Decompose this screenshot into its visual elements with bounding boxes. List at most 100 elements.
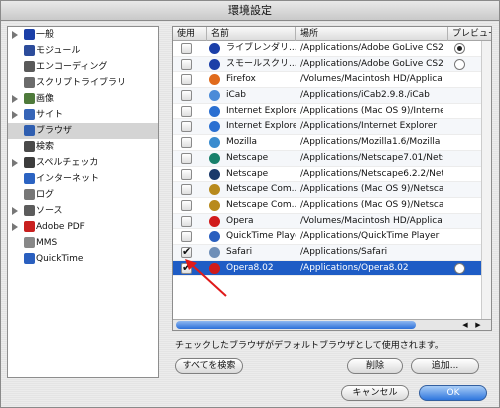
table-row[interactable]: Internet Explorer/Applications (Mac OS 9… [173, 104, 491, 120]
table-row[interactable]: Mozilla/Applications/Mozilla1.6/Mozilla [173, 135, 491, 151]
mozilla-icon [209, 137, 220, 149]
browser-path: /Applications/Opera8.02 [300, 262, 409, 273]
sidebar-item-label: Adobe PDF [36, 222, 85, 232]
disclosure-triangle-icon[interactable] [12, 95, 18, 103]
module-icon [24, 45, 35, 56]
disclosure-triangle-icon[interactable] [12, 207, 18, 215]
preview-engine-radio[interactable] [454, 58, 465, 70]
browser-name: QuickTime Player [226, 231, 296, 242]
column-preview-header[interactable]: プレビューエン [448, 27, 491, 41]
table-row[interactable]: QuickTime Player/Applications/QuickTime … [173, 229, 491, 245]
delete-button[interactable]: 削除 [347, 358, 403, 374]
sidebar-item-label: サイト [36, 110, 64, 120]
scroll-left-icon[interactable]: ◀ [459, 320, 471, 330]
sidebar-item[interactable]: ブラウザ [8, 123, 158, 139]
horizontal-scrollbar[interactable]: ◀ ▶ [173, 319, 491, 330]
spellcheck-icon [24, 157, 35, 168]
sidebar-item-label: MMS [36, 238, 58, 248]
sidebar-item[interactable]: サイト [8, 107, 158, 123]
disclosure-triangle-icon[interactable] [12, 159, 18, 167]
disclosure-triangle-icon[interactable] [12, 223, 18, 231]
browser-name: Netscape Com... [226, 199, 296, 210]
table-row[interactable]: スモールスクリ... /Applications/Adobe GoLive CS2… [173, 56, 491, 73]
vertical-scrollbar[interactable] [481, 41, 491, 319]
sidebar-item[interactable]: Adobe PDF [8, 219, 158, 235]
search-all-button[interactable]: すべてを検索 [175, 358, 243, 374]
horizontal-scroll-thumb[interactable] [176, 321, 416, 329]
sidebar-item[interactable]: 画像 [8, 91, 158, 107]
browser-name: Netscape Com... [226, 184, 296, 195]
sidebar-item[interactable]: スペルチェッカ [8, 155, 158, 171]
browser-path: /Applications/iCab2.9.8./iCab [300, 90, 430, 101]
browser-path: /Applications (Mac OS 9)/Internet Ex... [300, 105, 443, 116]
ie-icon [209, 105, 220, 117]
scroll-right-icon[interactable]: ▶ [472, 320, 484, 330]
table-row[interactable]: Netscape/Applications/Netscape7.01/Netsc… [173, 150, 491, 167]
table-row[interactable]: ライブレンダリ... /Applications/Adobe GoLive CS2… [173, 41, 491, 57]
table-row[interactable]: iCab/Applications/iCab2.9.8./iCab [173, 88, 491, 104]
sidebar-item-label: 検索 [36, 142, 55, 152]
disclosure-triangle-icon[interactable] [12, 31, 18, 39]
use-checkbox[interactable] [181, 199, 192, 211]
use-checkbox[interactable] [181, 90, 192, 102]
use-checkbox[interactable] [181, 58, 192, 70]
sidebar-item[interactable]: QuickTime [8, 251, 158, 267]
sidebar-item-label: 画像 [36, 94, 55, 104]
column-use-header[interactable]: 使用 [173, 27, 207, 41]
use-checkbox[interactable] [181, 105, 192, 117]
sidebar-item[interactable]: エンコーディング [8, 59, 158, 75]
table-row[interactable]: Netscape Com... /Applications (Mac OS 9)/… [173, 182, 491, 198]
netscape-communicator-icon [209, 184, 220, 196]
browser-path: /Volumes/Macintosh HD/Application... [300, 215, 443, 226]
golive-icon [209, 43, 220, 54]
encoding-icon [24, 61, 35, 72]
browser-name: Netscape [226, 168, 269, 179]
browser-name: ライブレンダリ... [226, 43, 296, 53]
use-checkbox[interactable] [181, 74, 192, 86]
sidebar-item[interactable]: インターネット [8, 171, 158, 187]
table-row[interactable]: Opera/Volumes/Macintosh HD/Application..… [173, 213, 491, 230]
browser-name: スモールスクリ... [226, 58, 296, 69]
table-row[interactable]: Firefox/Volumes/Macintosh HD/Application… [173, 72, 491, 89]
use-checkbox[interactable] [181, 184, 192, 196]
browser-name: Safari [226, 246, 253, 257]
preview-engine-radio[interactable] [454, 43, 465, 54]
internet-icon [24, 173, 35, 184]
sidebar-item[interactable]: スクリプトライブラリ [8, 75, 158, 91]
use-checkbox[interactable] [181, 43, 192, 54]
ok-button[interactable]: OK [419, 385, 487, 401]
sidebar-item[interactable]: ログ [8, 187, 158, 203]
sidebar-item-label: インターネット [36, 174, 100, 184]
sidebar-item[interactable]: 一般 [8, 27, 158, 43]
browser-path: /Applications/Internet Explorer [300, 121, 438, 132]
sidebar-item[interactable]: ソース [8, 203, 158, 219]
use-checkbox[interactable] [181, 168, 192, 180]
column-location-header[interactable]: 場所 [296, 27, 448, 41]
column-name-header[interactable]: 名前 [207, 27, 296, 41]
sidebar-item-label: ログ [36, 190, 55, 200]
browser-path: /Volumes/Macintosh HD/Application... [300, 74, 443, 85]
sidebar-item[interactable]: モジュール [8, 43, 158, 59]
preview-engine-radio[interactable] [454, 262, 465, 274]
browser-name: iCab [226, 90, 247, 101]
browser-name: Opera [226, 215, 254, 226]
general-icon [24, 29, 35, 40]
sidebar-item[interactable]: 検索 [8, 139, 158, 155]
browser-name: Netscape [226, 152, 269, 163]
use-checkbox[interactable] [181, 121, 192, 133]
cancel-button[interactable]: キャンセル [341, 385, 409, 401]
use-checkbox[interactable] [181, 137, 192, 149]
table-row[interactable]: Netscape/Applications/Netscape6.2.2/Nets… [173, 167, 491, 183]
table-row[interactable]: Netscape Com... /Applications (Mac OS 9)/… [173, 198, 491, 214]
icab-icon [209, 90, 220, 102]
browser-path: /Applications (Mac OS 9)/Netscape ... [300, 184, 443, 195]
table-row[interactable]: Internet Explorer/Applications/Internet … [173, 119, 491, 136]
use-checkbox[interactable] [181, 231, 192, 243]
disclosure-triangle-icon[interactable] [12, 111, 18, 119]
sidebar-item[interactable]: MMS [8, 235, 158, 251]
browser-name: Internet Explorer [226, 121, 296, 132]
use-checkbox[interactable] [181, 215, 192, 227]
add-button[interactable]: 追加... [411, 358, 479, 374]
site-icon [24, 109, 35, 120]
use-checkbox[interactable] [181, 152, 192, 164]
